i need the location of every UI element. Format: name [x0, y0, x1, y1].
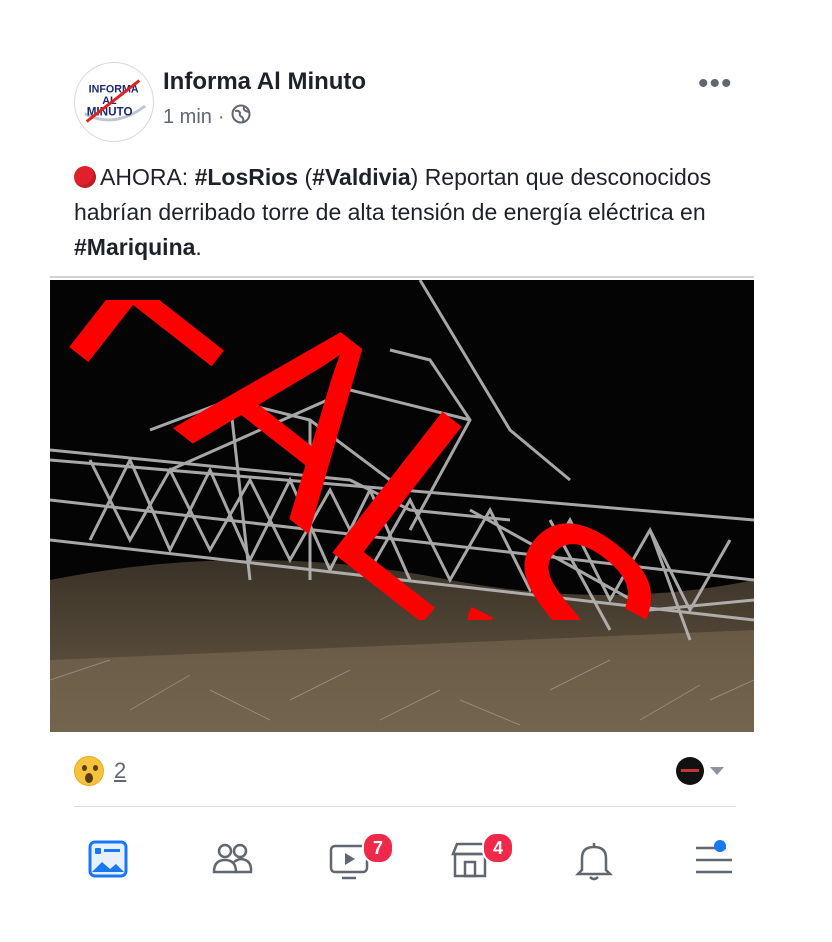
more-options-icon[interactable]: •••	[698, 69, 733, 99]
red-circle-icon	[74, 166, 96, 188]
text-suffix: .	[195, 234, 202, 260]
tab-news-feed[interactable]	[68, 820, 148, 890]
reactions-summary[interactable]: 2	[74, 756, 126, 786]
photo-top-divider	[50, 276, 754, 278]
tab-friends[interactable]	[192, 820, 272, 890]
post-meta: 1 min ·	[163, 104, 251, 130]
wow-reaction-icon	[74, 756, 104, 786]
post-time[interactable]: 1 min	[163, 106, 212, 129]
globe-icon	[231, 104, 251, 130]
reaction-count[interactable]: 2	[114, 758, 126, 784]
news-feed-icon	[88, 840, 128, 878]
reaction-page-selector[interactable]	[676, 757, 724, 785]
friends-icon	[212, 843, 253, 874]
post-message: AHORA: #LosRios (#Valdivia) Reportan que…	[74, 160, 764, 265]
tab-marketplace[interactable]: 4	[430, 820, 514, 890]
menu-notification-dot	[714, 840, 726, 852]
bell-icon	[574, 843, 614, 881]
hashtag-losrios[interactable]: #LosRios	[195, 164, 299, 190]
meta-separator: ·	[217, 105, 225, 128]
tab-menu[interactable]	[674, 820, 754, 890]
hashtag-mariquina[interactable]: #Mariquina	[74, 234, 195, 260]
watch-badge: 7	[362, 832, 394, 864]
text-prefix: AHORA:	[100, 164, 195, 190]
page-avatar[interactable]: INFORMA AL MINUTO	[74, 62, 154, 142]
hashtag-valdivia[interactable]: #Valdivia	[312, 164, 410, 190]
tab-watch[interactable]: 7	[310, 820, 394, 890]
actions-divider	[74, 806, 736, 807]
text-paren-open: (	[298, 164, 313, 190]
author-name[interactable]: Informa Al Minuto	[163, 68, 366, 96]
marketplace-badge: 4	[482, 832, 514, 864]
post-photo[interactable]	[50, 280, 754, 732]
caret-down-icon	[710, 767, 724, 775]
bottom-tab-bar: 7 4	[50, 820, 754, 900]
tab-notifications[interactable]	[554, 820, 634, 890]
page-mini-avatar-icon	[676, 757, 704, 785]
facebook-post: INFORMA AL MINUTO Informa Al Minuto 1 mi…	[0, 0, 832, 942]
